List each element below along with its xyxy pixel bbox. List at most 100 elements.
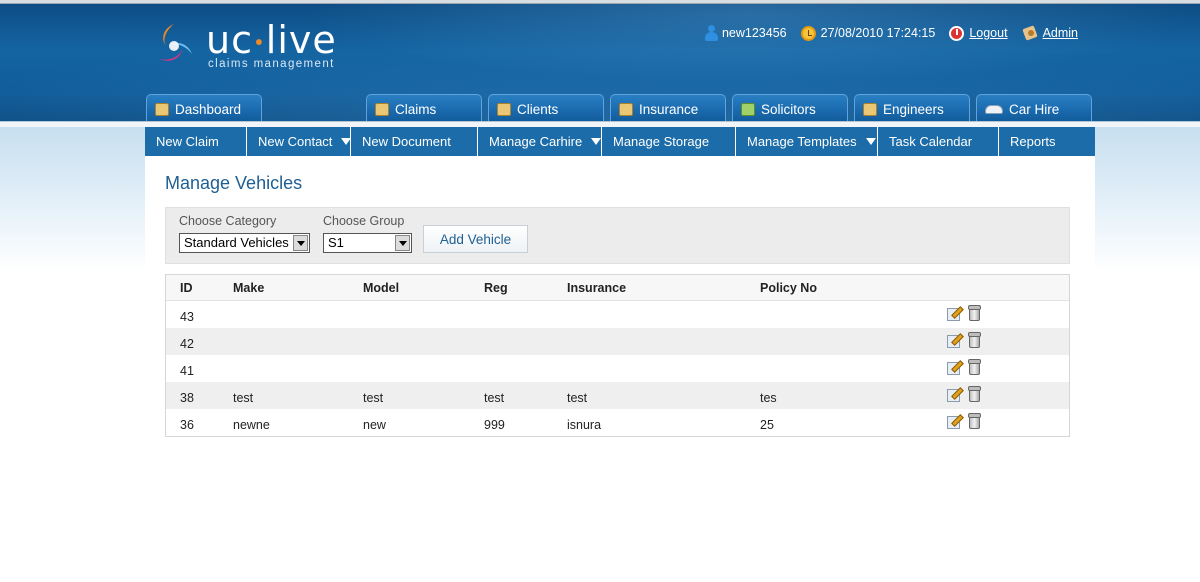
subnav-reports[interactable]: Reports bbox=[999, 127, 1095, 156]
subnav-task-calendar[interactable]: Task Calendar bbox=[878, 127, 999, 156]
tab-label: Engineers bbox=[883, 102, 944, 117]
tab-label: Dashboard bbox=[175, 102, 242, 117]
engineers-icon bbox=[863, 103, 877, 116]
edit-icon[interactable] bbox=[946, 413, 962, 429]
cell-id: 41 bbox=[180, 363, 194, 378]
trash-icon[interactable] bbox=[968, 359, 981, 375]
car-icon bbox=[985, 105, 1003, 114]
subnav-manage-templates[interactable]: Manage Templates bbox=[736, 127, 878, 156]
subnav-new-claim[interactable]: New Claim bbox=[145, 127, 247, 156]
column-header-model[interactable]: Model bbox=[363, 275, 399, 300]
tab-label: Car Hire bbox=[1009, 102, 1060, 117]
row-actions bbox=[946, 359, 981, 375]
subnav-new-document[interactable]: New Document bbox=[351, 127, 478, 156]
subnav-label: New Contact bbox=[258, 134, 333, 149]
chevron-down-icon bbox=[591, 138, 602, 145]
brand-tagline: claims management bbox=[208, 58, 335, 70]
cell-insurance: test bbox=[567, 390, 588, 405]
tab-claims[interactable]: Claims bbox=[366, 94, 482, 122]
chevron-down-icon bbox=[341, 138, 352, 145]
edit-icon[interactable] bbox=[946, 359, 962, 375]
column-header-policy-no[interactable]: Policy No bbox=[760, 275, 817, 300]
row-actions bbox=[946, 386, 981, 402]
tab-insurance[interactable]: Insurance bbox=[610, 94, 726, 122]
cell-reg: 999 bbox=[484, 417, 505, 432]
edit-icon[interactable] bbox=[946, 332, 962, 348]
tab-dashboard[interactable]: Dashboard bbox=[146, 94, 262, 122]
column-header-insurance[interactable]: Insurance bbox=[567, 275, 626, 300]
column-header-id[interactable]: ID bbox=[180, 275, 193, 300]
cell-make: test bbox=[233, 390, 254, 405]
logout[interactable]: Logout bbox=[949, 25, 1008, 41]
cell-reg: test bbox=[484, 390, 505, 405]
folder-icon bbox=[375, 103, 389, 116]
filter-panel: Choose Category Standard Vehicles Choose… bbox=[165, 207, 1070, 264]
subnav-label: Manage Templates bbox=[747, 134, 857, 149]
tab-solicitors[interactable]: Solicitors bbox=[732, 94, 848, 122]
subnav-new-contact[interactable]: New Contact bbox=[247, 127, 352, 156]
power-icon[interactable] bbox=[949, 25, 965, 41]
cell-insurance: isnura bbox=[567, 417, 602, 432]
edit-icon[interactable] bbox=[946, 305, 962, 321]
current-user: new123456 bbox=[704, 25, 787, 41]
category-value: Standard Vehicles bbox=[184, 235, 289, 250]
group-select[interactable]: S1 bbox=[323, 233, 412, 253]
subnav-label: Manage Storage bbox=[613, 134, 710, 149]
trash-icon[interactable] bbox=[968, 413, 981, 429]
row-actions bbox=[946, 332, 981, 348]
tab-engineers[interactable]: Engineers bbox=[854, 94, 970, 122]
dropdown-arrow-icon[interactable] bbox=[293, 235, 308, 251]
dashboard-icon bbox=[155, 103, 169, 116]
cell-model: new bbox=[363, 417, 386, 432]
tab-label: Solicitors bbox=[761, 102, 816, 117]
column-header-make[interactable]: Make bbox=[233, 275, 264, 300]
add-vehicle-button[interactable]: Add Vehicle bbox=[423, 225, 528, 253]
datetime: 27/08/2010 17:24:15 bbox=[820, 26, 936, 40]
trash-icon[interactable] bbox=[968, 386, 981, 402]
sub-nav: New Claim New Contact New Document Manag… bbox=[145, 127, 1095, 156]
tab-label: Claims bbox=[395, 102, 437, 117]
insurance-icon bbox=[619, 103, 633, 116]
username: new123456 bbox=[721, 26, 787, 40]
trash-icon[interactable] bbox=[968, 332, 981, 348]
cell-policy: tes bbox=[760, 390, 777, 405]
subnav-label: Manage Carhire bbox=[489, 134, 583, 149]
admin-icon[interactable] bbox=[1022, 25, 1038, 41]
subnav-manage-carhire[interactable]: Manage Carhire bbox=[478, 127, 602, 156]
cell-id: 36 bbox=[180, 417, 194, 432]
solicitors-icon bbox=[741, 103, 755, 116]
tab-car-hire[interactable]: Car Hire bbox=[976, 94, 1092, 122]
user-bar: new123456 27/08/2010 17:24:15 Logout Adm… bbox=[704, 22, 1078, 44]
column-header-reg[interactable]: Reg bbox=[484, 275, 508, 300]
app-header: uc•live claims management new123456 27/0… bbox=[0, 4, 1200, 122]
tab-label: Insurance bbox=[639, 102, 699, 117]
edit-icon[interactable] bbox=[946, 386, 962, 402]
brand-live: live bbox=[265, 18, 337, 62]
tab-clients[interactable]: Clients bbox=[488, 94, 604, 122]
cell-id: 43 bbox=[180, 309, 194, 324]
category-label: Choose Category bbox=[179, 214, 277, 228]
clock: 27/08/2010 17:24:15 bbox=[800, 25, 936, 41]
brand-uc: uc bbox=[206, 18, 253, 62]
brand-logo[interactable]: uc•live claims management bbox=[150, 20, 350, 72]
main-tabs: Dashboard Claims Clients Insurance Solic… bbox=[0, 94, 1200, 122]
cell-id: 42 bbox=[180, 336, 194, 351]
table-row: 43 bbox=[166, 301, 1069, 328]
page-title: Manage Vehicles bbox=[165, 173, 303, 193]
cell-id: 38 bbox=[180, 390, 194, 405]
logout-link[interactable]: Logout bbox=[969, 26, 1007, 40]
admin[interactable]: Admin bbox=[1022, 25, 1078, 41]
subnav-label: Reports bbox=[1010, 134, 1056, 149]
trash-icon[interactable] bbox=[968, 305, 981, 321]
category-select[interactable]: Standard Vehicles bbox=[179, 233, 310, 253]
table-row: 38 test test test test tes bbox=[166, 382, 1069, 409]
admin-link[interactable]: Admin bbox=[1043, 26, 1078, 40]
subnav-manage-storage[interactable]: Manage Storage bbox=[602, 127, 736, 156]
user-icon bbox=[704, 25, 718, 41]
subnav-label: New Document bbox=[362, 134, 451, 149]
cell-make: newne bbox=[233, 417, 270, 432]
tab-label: Clients bbox=[517, 102, 559, 117]
dropdown-arrow-icon[interactable] bbox=[395, 235, 410, 251]
row-actions bbox=[946, 305, 981, 321]
chevron-down-icon bbox=[865, 138, 876, 145]
